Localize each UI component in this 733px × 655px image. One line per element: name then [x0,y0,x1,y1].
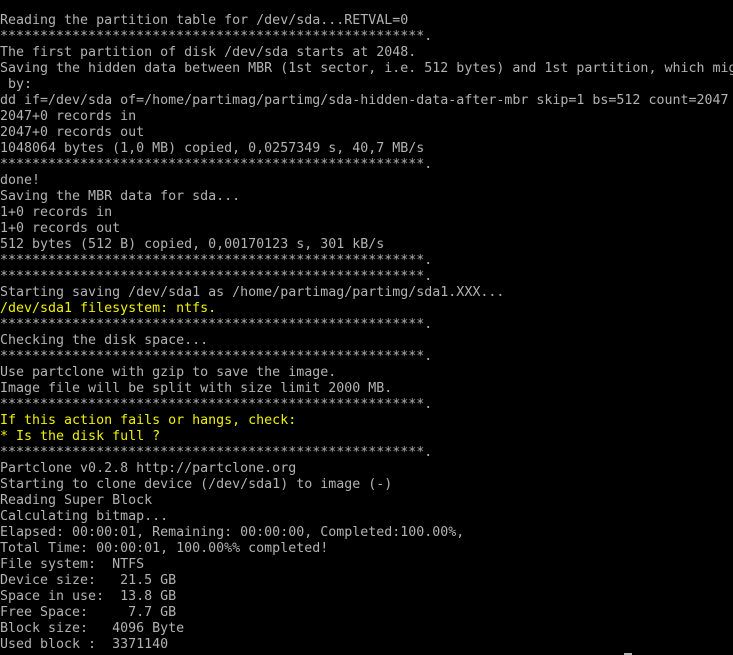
terminal-line: Checking the disk space... [0,333,209,349]
terminal-line: The first partition of disk /dev/sda sta… [0,45,417,61]
terminal-line: Starting to clone device (/dev/sda1) to … [0,477,393,493]
terminal-line: 1048064 bytes (1,0 MB) copied, 0,0257349… [0,141,425,157]
terminal-line: If this action fails or hangs, check: [0,413,297,429]
terminal-line: Elapsed: 00:00:01, Remaining: 00:00:00, … [0,525,465,541]
terminal-line: ****************************************… [0,445,433,461]
terminal-line: Block size: 4096 Byte [0,621,185,637]
terminal-line: Starting saving /dev/sda1 as /home/parti… [0,285,505,301]
terminal-line: Space in use: 13.8 GB [0,589,177,605]
terminal-line: Free Space: 7.7 GB [0,605,177,621]
terminal-line: 512 bytes (512 B) copied, 0,00170123 s, … [0,237,385,253]
terminal-line: ****************************************… [0,253,433,269]
terminal-line: by: [0,77,33,93]
terminal-line: done! [0,173,41,189]
terminal-line: Saving the MBR data for sda... [0,189,241,205]
terminal-line: 2047+0 records out [0,125,145,141]
terminal-line: Used block : 3371140 [0,637,169,653]
terminal-line: ****************************************… [0,397,433,413]
terminal-line: 1+0 records out [0,221,121,237]
terminal-line: File system: NTFS [0,557,145,573]
terminal-line: Use partclone with gzip to save the imag… [0,365,337,381]
terminal-line: ****************************************… [0,317,433,333]
terminal-line: ****************************************… [0,269,433,285]
terminal-line: 2047+0 records in [0,109,137,125]
terminal-window[interactable]: Reading the partition table for /dev/sda… [0,0,733,655]
terminal-line: Reading the partition table for /dev/sda… [0,13,409,29]
terminal-line: * Is the disk full ? [0,429,161,445]
terminal-line: dd if=/dev/sda of=/home/partimag/partimg… [0,93,729,109]
terminal-output: Reading the partition table for /dev/sda… [0,13,733,655]
terminal-line: /dev/sda1 filesystem: ntfs. [0,301,217,317]
terminal-line: ****************************************… [0,29,433,45]
terminal-line: ****************************************… [0,157,433,173]
terminal-line: Calculating bitmap... [0,509,169,525]
terminal-line: Total Time: 00:00:01, 100.00%% completed… [0,541,329,557]
terminal-line: Saving the hidden data between MBR (1st … [0,61,733,77]
terminal-line: 1+0 records in [0,205,113,221]
terminal-line: ****************************************… [0,349,433,365]
terminal-line: Device size: 21.5 GB [0,573,177,589]
terminal-line: Partclone v0.2.8 http://partclone.org [0,461,297,477]
terminal-line: Image file will be split with size limit… [0,381,393,397]
terminal-line: Reading Super Block [0,493,153,509]
